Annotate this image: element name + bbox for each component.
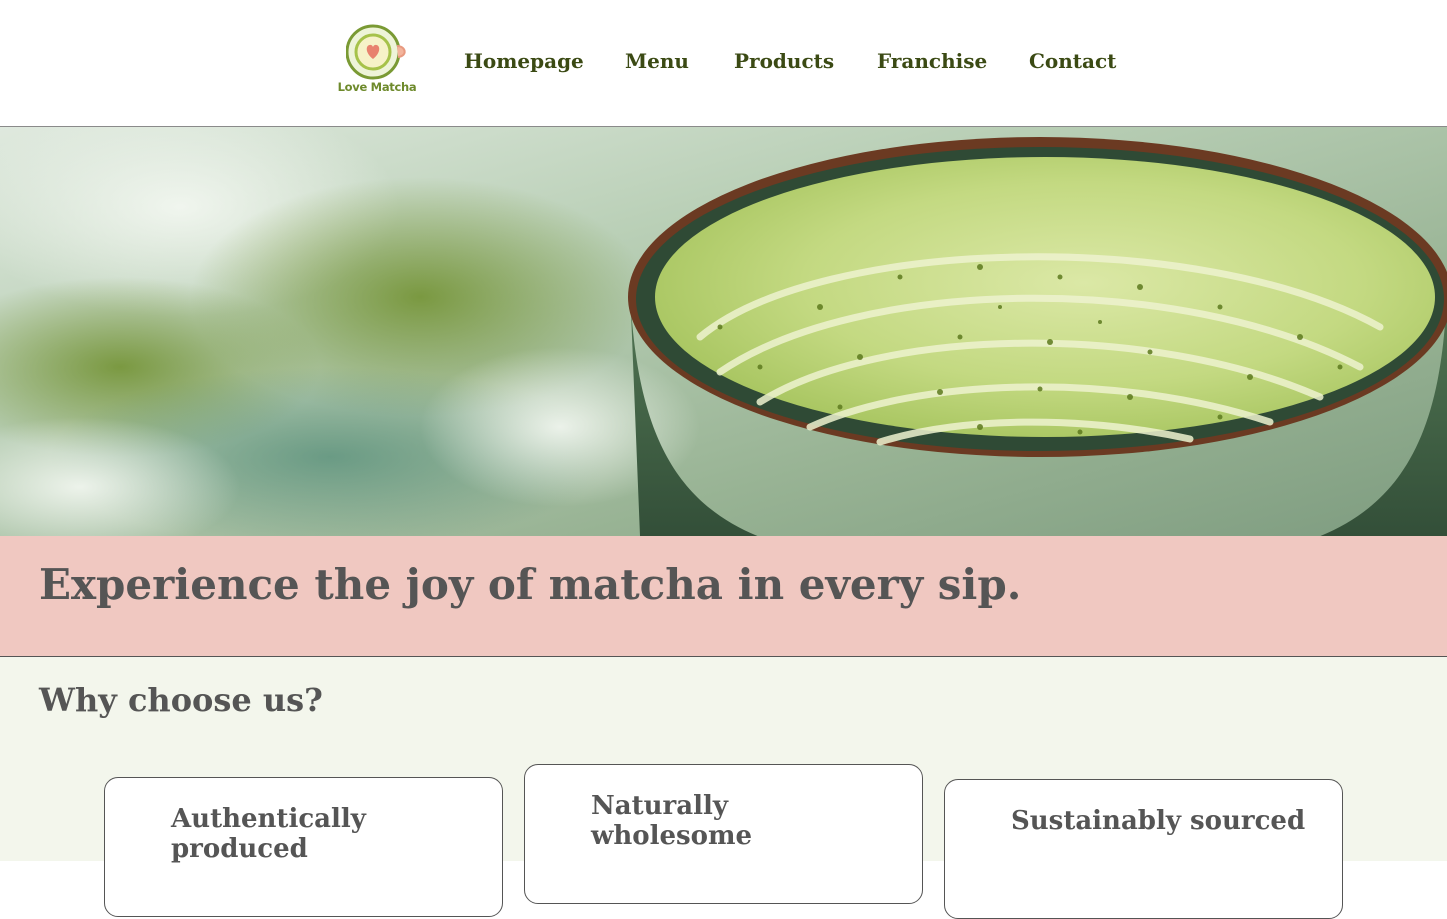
nav-products[interactable]: Products [734, 49, 834, 73]
section-title: Why choose us? [39, 681, 323, 719]
site-header: Love Matcha Homepage Menu Products Franc… [0, 0, 1447, 127]
nav-franchise[interactable]: Franchise [877, 49, 987, 73]
feature-card-wholesome: Naturally wholesome [524, 764, 923, 904]
hero-image [0, 127, 1447, 536]
tagline-headline: Experience the joy of matcha in every si… [39, 560, 1022, 609]
logo-text: Love Matcha [337, 80, 417, 94]
nav-menu[interactable]: Menu [625, 49, 689, 73]
feature-card-title: Naturally wholesome [591, 791, 753, 851]
logo[interactable]: Love Matcha [334, 24, 420, 100]
nav-contact[interactable]: Contact [1029, 49, 1116, 73]
feature-card-title: Authentically produced [171, 804, 366, 864]
why-choose-us-section: Why choose us? Authentically produced Na… [0, 657, 1447, 919]
matcha-cup-icon [346, 24, 406, 80]
tagline-banner: Experience the joy of matcha in every si… [0, 536, 1447, 657]
feature-card-title: Sustainably sourced [1011, 806, 1306, 836]
nav-homepage[interactable]: Homepage [464, 49, 584, 73]
feature-card-authentic: Authentically produced [104, 777, 503, 917]
feature-card-sustainable: Sustainably sourced [944, 779, 1343, 919]
matcha-bowl-image [0, 127, 1447, 536]
